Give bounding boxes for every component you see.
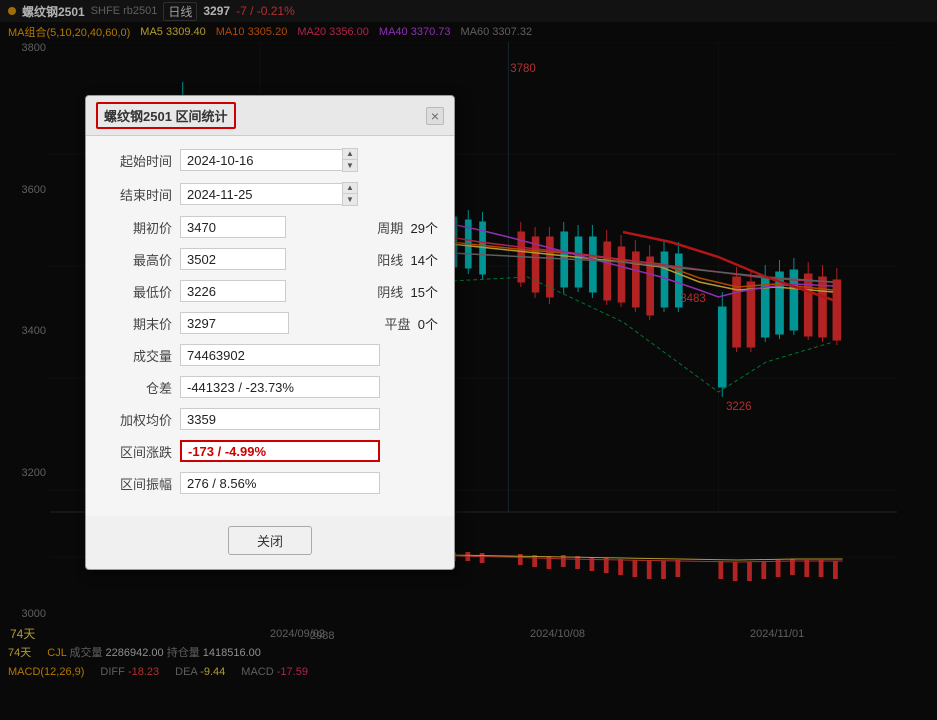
- end-date-value[interactable]: 2024-11-25: [180, 183, 342, 205]
- bull-stat: 阳线 14个: [377, 250, 438, 269]
- volume-value: 74463902: [180, 344, 380, 366]
- close-price-label: 期末价: [102, 314, 172, 333]
- period-stat: 周期 29个: [377, 218, 438, 237]
- modal-footer: 关闭: [86, 516, 454, 569]
- range-amp-row: 区间振幅 276 / 8.56%: [102, 472, 438, 494]
- modal-dialog: 螺纹钢2501 区间统计 × 起始时间 2024-10-16 ▲ ▼ 结束时间 …: [85, 95, 455, 570]
- close-price-value: 3297: [180, 312, 289, 334]
- modal-body: 起始时间 2024-10-16 ▲ ▼ 结束时间 2024-11-25 ▲ ▼: [86, 136, 454, 516]
- low-price-row: 最低价 3226 阴线 15个: [102, 280, 438, 302]
- end-date-label: 结束时间: [102, 185, 172, 204]
- bear-stat: 阴线 15个: [377, 282, 438, 301]
- modal-title: 螺纹钢2501 区间统计: [96, 102, 236, 129]
- start-date-value[interactable]: 2024-10-16: [180, 149, 342, 171]
- high-price-value: 3502: [180, 248, 286, 270]
- modal-title-bar: 螺纹钢2501 区间统计 ×: [86, 96, 454, 136]
- close-price-row: 期末价 3297 平盘 0个: [102, 312, 438, 334]
- start-date-spinners[interactable]: ▲ ▼: [342, 148, 358, 172]
- start-date-input-group[interactable]: 2024-10-16 ▲ ▼: [180, 148, 358, 172]
- range-change-value: -173 / -4.99%: [180, 440, 380, 462]
- volume-row: 成交量 74463902: [102, 344, 438, 366]
- open-price-value: 3470: [180, 216, 286, 238]
- range-change-label: 区间涨跌: [102, 442, 172, 461]
- end-date-up-button[interactable]: ▲: [343, 183, 357, 194]
- oi-diff-label: 仓差: [102, 378, 172, 397]
- open-price-row: 期初价 3470 周期 29个: [102, 216, 438, 238]
- high-price-row: 最高价 3502 阳线 14个: [102, 248, 438, 270]
- end-date-row: 结束时间 2024-11-25 ▲ ▼: [102, 182, 438, 206]
- start-date-down-button[interactable]: ▼: [343, 160, 357, 171]
- end-date-down-button[interactable]: ▼: [343, 194, 357, 205]
- avg-price-label: 加权均价: [102, 410, 172, 429]
- avg-price-value: 3359: [180, 408, 380, 430]
- start-date-label: 起始时间: [102, 151, 172, 170]
- avg-price-row: 加权均价 3359: [102, 408, 438, 430]
- start-date-up-button[interactable]: ▲: [343, 149, 357, 160]
- volume-label: 成交量: [102, 346, 172, 365]
- range-amp-value: 276 / 8.56%: [180, 472, 380, 494]
- end-date-spinners[interactable]: ▲ ▼: [342, 182, 358, 206]
- high-price-label: 最高价: [102, 250, 172, 269]
- open-price-label: 期初价: [102, 218, 172, 237]
- oi-diff-value: -441323 / -23.73%: [180, 376, 380, 398]
- start-date-row: 起始时间 2024-10-16 ▲ ▼: [102, 148, 438, 172]
- oi-diff-row: 仓差 -441323 / -23.73%: [102, 376, 438, 398]
- end-date-input-group[interactable]: 2024-11-25 ▲ ▼: [180, 182, 358, 206]
- low-price-value: 3226: [180, 280, 286, 302]
- modal-close-footer-button[interactable]: 关闭: [228, 526, 312, 555]
- range-change-row: 区间涨跌 -173 / -4.99%: [102, 440, 438, 462]
- flat-stat: 平盘 0个: [385, 314, 438, 333]
- modal-close-button[interactable]: ×: [426, 107, 444, 125]
- low-price-label: 最低价: [102, 282, 172, 301]
- range-amp-label: 区间振幅: [102, 474, 172, 493]
